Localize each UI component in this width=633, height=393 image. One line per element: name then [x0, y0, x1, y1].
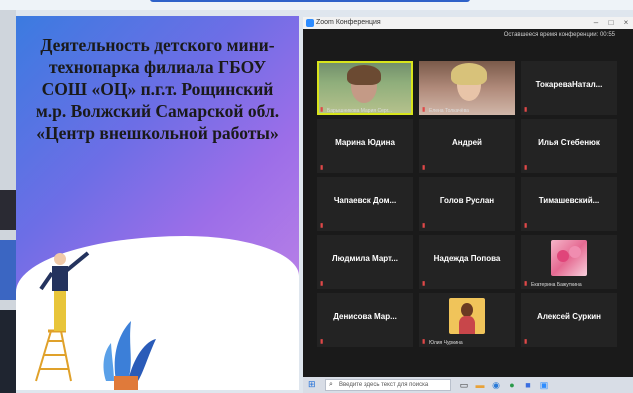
participant-tile[interactable]: Алексей Суркин ▮ — [521, 293, 617, 347]
zoom-logo-icon — [306, 19, 314, 27]
participant-tile[interactable]: Людмила Март... ▮ — [317, 235, 413, 289]
presentation-slide: Деятельность детского мини-технопарка фи… — [16, 16, 299, 390]
zoom-topbar: Оставшееся время конференции: 00:55 — [303, 29, 633, 43]
edge-browser-icon[interactable]: ◉ — [491, 380, 501, 390]
participant-tile[interactable]: Голов Руслан ▮ — [419, 177, 515, 231]
participant-name: Голов Руслан — [439, 196, 495, 205]
minimize-icon[interactable]: – — [589, 17, 603, 29]
muted-mic-icon: ▮ — [422, 165, 426, 171]
zoom-titlebar: Zoom Конференция – □ × — [303, 17, 633, 29]
meeting-timer: Оставшееся время конференции: 00:55 — [503, 32, 615, 38]
muted-mic-icon: ▮ — [422, 281, 426, 287]
participant-tile[interactable]: Илья Стебенюк ▮ — [521, 119, 617, 173]
participant-tile[interactable]: Надежда Попова ▮ — [419, 235, 515, 289]
muted-mic-icon: ▮ — [320, 165, 324, 171]
participant-tile[interactable]: Андрей ▮ — [419, 119, 515, 173]
participant-name: Надежда Попова — [433, 254, 501, 263]
task-view-icon[interactable]: ▭ — [459, 380, 469, 390]
search-icon: ⌕ — [329, 381, 333, 388]
participant-name: Андрей — [452, 138, 482, 147]
participant-name: Марина Юдина — [335, 138, 395, 147]
muted-mic-icon: ▮ — [422, 223, 426, 229]
windows-start-icon[interactable]: ⊞ — [308, 380, 317, 389]
slide-title: Деятельность детского мини-технопарка фи… — [35, 35, 280, 143]
participant-name: Людмила Март... — [332, 254, 398, 263]
zoom-taskbar-icon[interactable]: ▣ — [539, 380, 549, 390]
participant-name: Чапаевск Дом... — [333, 196, 397, 205]
participant-name: Тимашевский... — [538, 196, 600, 205]
muted-mic-icon: ▮ — [320, 107, 324, 113]
worker-illustration — [35, 251, 156, 390]
participant-name: ТокареваНатал... — [535, 80, 603, 89]
roses-avatar — [551, 240, 587, 276]
cropped-heading-text — [150, 0, 470, 2]
participant-tile[interactable]: ТокареваНатал... ▮ — [521, 61, 617, 115]
muted-mic-icon: ▮ — [524, 281, 528, 287]
muted-mic-icon: ▮ — [422, 339, 426, 345]
close-icon[interactable]: × — [619, 17, 633, 29]
participant-caption: Барышникова Мария Серг... — [327, 108, 393, 114]
muted-mic-icon: ▮ — [524, 339, 528, 345]
participant-tile[interactable]: Тимашевский... ▮ — [521, 177, 617, 231]
zoom-window-title: Zoom Конференция — [316, 19, 381, 26]
windows-taskbar: ⊞ ⌕ Введите здесь текст для поиска ▭ ▬ ◉… — [303, 377, 633, 393]
muted-mic-icon: ▮ — [524, 223, 528, 229]
muted-mic-icon: ▮ — [320, 339, 324, 345]
participant-tile[interactable]: Чапаевск Дом... ▮ — [317, 177, 413, 231]
file-explorer-icon[interactable]: ▬ — [475, 380, 485, 390]
taskbar-search-box[interactable]: ⌕ Введите здесь текст для поиска — [325, 379, 451, 391]
person-avatar — [449, 298, 485, 334]
participant-tile[interactable]: ▮ Барышникова Мария Серг... — [317, 61, 413, 115]
top-strip — [0, 0, 633, 10]
store-icon[interactable]: ■ — [523, 380, 533, 390]
left-photo-crop — [0, 10, 16, 393]
chrome-browser-icon[interactable]: ● — [507, 380, 517, 390]
participant-tile[interactable]: ▮ Елена Толкачёва — [419, 61, 515, 115]
muted-mic-icon: ▮ — [422, 107, 426, 113]
participant-caption: Елена Толкачёва — [429, 108, 469, 114]
participant-caption: Юлия Чуркина — [429, 340, 463, 346]
participant-name: Илья Стебенюк — [538, 138, 600, 147]
participant-tile[interactable]: ▮ Юлия Чуркина — [419, 293, 515, 347]
zoom-window: Zoom Конференция – □ × Оставшееся время … — [303, 17, 633, 393]
taskbar-search-placeholder: Введите здесь текст для поиска — [339, 382, 429, 388]
participant-tile[interactable]: ▮ Екатерина Бажуткина — [521, 235, 617, 289]
muted-mic-icon: ▮ — [320, 281, 324, 287]
participant-caption: Екатерина Бажуткина — [531, 282, 582, 288]
muted-mic-icon: ▮ — [524, 107, 528, 113]
maximize-icon[interactable]: □ — [604, 17, 618, 29]
participant-tile[interactable]: Денисова Мар... ▮ — [317, 293, 413, 347]
muted-mic-icon: ▮ — [320, 223, 324, 229]
participant-name: Денисова Мар... — [333, 312, 397, 321]
muted-mic-icon: ▮ — [524, 165, 528, 171]
participant-tile[interactable]: Марина Юдина ▮ — [317, 119, 413, 173]
participant-name: Алексей Суркин — [537, 312, 601, 321]
